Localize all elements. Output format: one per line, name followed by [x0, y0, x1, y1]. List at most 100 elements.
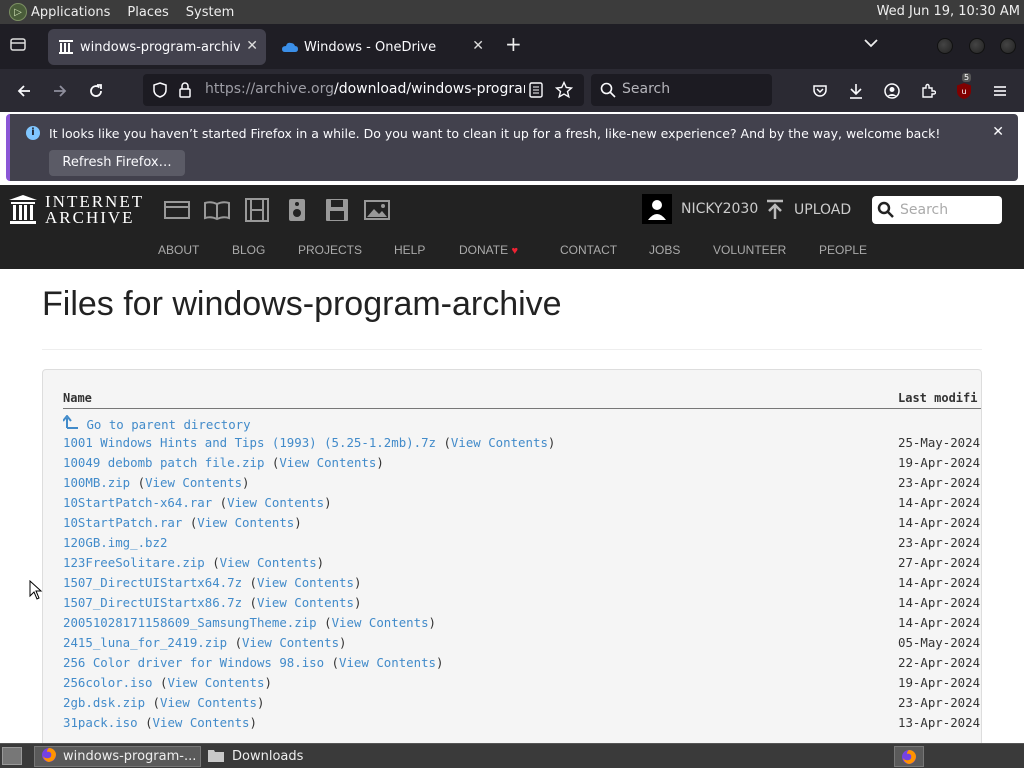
- view-contents-link[interactable]: View Contents: [257, 575, 354, 590]
- column-header-name[interactable]: Name: [63, 391, 92, 405]
- view-contents-link[interactable]: View Contents: [220, 555, 317, 570]
- file-row[interactable]: 2gb.dsk.zip (View Contents) 23-Apr-2024: [63, 695, 980, 715]
- file-link[interactable]: 120GB.img_.bz2: [63, 535, 167, 550]
- new-tab-icon[interactable]: +: [505, 32, 522, 56]
- view-contents-link[interactable]: View Contents: [153, 715, 250, 730]
- upload-button[interactable]: UPLOAD: [765, 199, 851, 221]
- search-bar[interactable]: Search: [591, 74, 772, 106]
- downloads-icon[interactable]: [844, 79, 868, 103]
- url-bar[interactable]: https://archive.org/download/windows-pro…: [143, 74, 584, 106]
- file-row[interactable]: 120GB.img_.bz2 23-Apr-2024: [63, 535, 980, 555]
- column-header-last-modified[interactable]: Last modifi: [898, 391, 977, 405]
- ublock-origin-icon[interactable]: u 5: [952, 73, 976, 103]
- file-row[interactable]: 100MB.zip (View Contents) 23-Apr-2024: [63, 475, 980, 495]
- taskbar-item-firefox[interactable]: windows-program-...: [34, 746, 201, 767]
- nav-link-blog[interactable]: BLOG: [232, 243, 265, 257]
- nav-link-projects[interactable]: PROJECTS: [298, 243, 362, 257]
- nav-link-jobs[interactable]: JOBS: [649, 243, 680, 257]
- reload-icon[interactable]: [84, 79, 108, 103]
- file-link[interactable]: 10StartPatch-x64.rar: [63, 495, 212, 510]
- file-row[interactable]: 20051028171158609_SamsungTheme.zip (View…: [63, 615, 980, 635]
- nav-link-volunteer[interactable]: VOLUNTEER: [713, 243, 786, 257]
- forward-icon[interactable]: [48, 79, 72, 103]
- file-link[interactable]: 100MB.zip: [63, 475, 130, 490]
- file-link[interactable]: 1507_DirectUIStartx86.7z: [63, 595, 242, 610]
- back-icon[interactable]: [12, 79, 36, 103]
- view-contents-link[interactable]: View Contents: [167, 675, 264, 690]
- file-row[interactable]: 1507_DirectUIStartx64.7z (View Contents)…: [63, 575, 980, 595]
- nav-link-contact[interactable]: CONTACT: [560, 243, 617, 257]
- pocket-icon[interactable]: [808, 79, 832, 103]
- file-link[interactable]: 256 Color driver for Windows 98.iso: [63, 655, 324, 670]
- file-link[interactable]: 1507_DirectUIStartx64.7z: [63, 575, 242, 590]
- view-contents-link[interactable]: View Contents: [160, 695, 257, 710]
- shield-icon[interactable]: [152, 82, 168, 102]
- view-contents-link[interactable]: View Contents: [451, 435, 548, 450]
- audio-icon[interactable]: [284, 198, 310, 222]
- software-icon[interactable]: [324, 198, 350, 222]
- close-icon[interactable]: ✕: [992, 124, 1004, 140]
- refresh-firefox-button[interactable]: Refresh Firefox…: [49, 150, 185, 176]
- maximize-window-button[interactable]: [969, 38, 985, 54]
- applications-menu[interactable]: Applications: [31, 5, 110, 20]
- file-link[interactable]: 10StartPatch.rar: [63, 515, 182, 530]
- view-contents-link[interactable]: View Contents: [242, 635, 339, 650]
- ia-logo[interactable]: INTERNET ARCHIVE: [9, 193, 144, 226]
- view-contents-link[interactable]: View Contents: [197, 515, 294, 530]
- file-row[interactable]: 123FreeSolitare.zip (View Contents) 27-Ap…: [63, 555, 980, 575]
- view-contents-link[interactable]: View Contents: [339, 655, 436, 670]
- file-row[interactable]: 256 Color driver for Windows 98.iso (Vie…: [63, 655, 980, 675]
- images-icon[interactable]: [364, 198, 390, 222]
- system-menu[interactable]: System: [186, 5, 234, 20]
- reader-view-icon[interactable]: [529, 82, 543, 102]
- close-tab-icon[interactable]: ✕: [472, 38, 484, 54]
- parent-directory-link[interactable]: Go to parent directory: [86, 417, 250, 432]
- hamburger-menu-icon[interactable]: [988, 79, 1012, 103]
- minimize-window-button[interactable]: [937, 38, 953, 54]
- ia-search-input[interactable]: Search: [872, 196, 1002, 224]
- file-row[interactable]: 10StartPatch-x64.rar (View Contents) 14-A…: [63, 495, 980, 515]
- clock[interactable]: Wed Jun 19, 10:30 AM: [877, 4, 1020, 19]
- view-contents-link[interactable]: View Contents: [257, 595, 354, 610]
- tab-windows-program-archive[interactable]: windows-program-archive ✕: [48, 29, 266, 65]
- close-window-button[interactable]: [1000, 38, 1016, 54]
- show-desktop-button[interactable]: [2, 747, 22, 765]
- nav-link-donate[interactable]: DONATE ♥: [459, 243, 518, 257]
- file-row[interactable]: 256color.iso (View Contents) 19-Apr-2024: [63, 675, 980, 695]
- file-row[interactable]: 31pack.iso (View Contents) 13-Apr-2024: [63, 715, 980, 735]
- view-contents-link[interactable]: View Contents: [227, 495, 324, 510]
- file-row[interactable]: 2415_luna_for_2419.zip (View Contents) 05…: [63, 635, 980, 655]
- file-link[interactable]: 256color.iso: [63, 675, 153, 690]
- nav-link-about[interactable]: ABOUT: [158, 243, 199, 257]
- tab-list-icon[interactable]: [8, 34, 30, 56]
- tab-onedrive[interactable]: Windows - OneDrive ✕: [272, 29, 492, 65]
- account-icon[interactable]: [880, 79, 904, 103]
- file-link[interactable]: 123FreeSolitare.zip: [63, 555, 205, 570]
- tray-firefox-icon[interactable]: [894, 746, 924, 767]
- lock-icon[interactable]: [178, 82, 192, 102]
- view-contents-link[interactable]: View Contents: [279, 455, 376, 470]
- chevron-down-icon[interactable]: [864, 36, 878, 52]
- nav-link-help[interactable]: HELP: [394, 243, 425, 257]
- taskbar-item-downloads[interactable]: Downloads: [202, 746, 370, 767]
- extensions-icon[interactable]: [916, 79, 940, 103]
- file-link[interactable]: 31pack.iso: [63, 715, 138, 730]
- web-icon[interactable]: [164, 198, 190, 222]
- file-link[interactable]: 2gb.dsk.zip: [63, 695, 145, 710]
- url-text[interactable]: https://archive.org/download/windows-pro…: [205, 81, 525, 97]
- user-account[interactable]: NICKY2030: [642, 194, 758, 224]
- file-row[interactable]: 1001 Windows Hints and Tips (1993) (5.25…: [63, 435, 980, 455]
- file-link[interactable]: 2415_luna_for_2419.zip: [63, 635, 227, 650]
- close-tab-icon[interactable]: ✕: [246, 38, 258, 54]
- places-menu[interactable]: Places: [127, 5, 168, 20]
- parent-directory-row[interactable]: Go to parent directory: [62, 414, 251, 435]
- file-row[interactable]: 10StartPatch.rar (View Contents) 14-Apr-2…: [63, 515, 980, 535]
- video-icon[interactable]: [244, 198, 270, 222]
- view-contents-link[interactable]: View Contents: [145, 475, 242, 490]
- file-row[interactable]: 1507_DirectUIStartx86.7z (View Contents)…: [63, 595, 980, 615]
- file-link[interactable]: 10049 debomb patch file.zip: [63, 455, 264, 470]
- bookmark-star-icon[interactable]: [554, 80, 574, 103]
- file-row[interactable]: 10049 debomb patch file.zip (View Conten…: [63, 455, 980, 475]
- file-link[interactable]: 1001 Windows Hints and Tips (1993) (5.25…: [63, 435, 436, 450]
- texts-icon[interactable]: [204, 198, 230, 222]
